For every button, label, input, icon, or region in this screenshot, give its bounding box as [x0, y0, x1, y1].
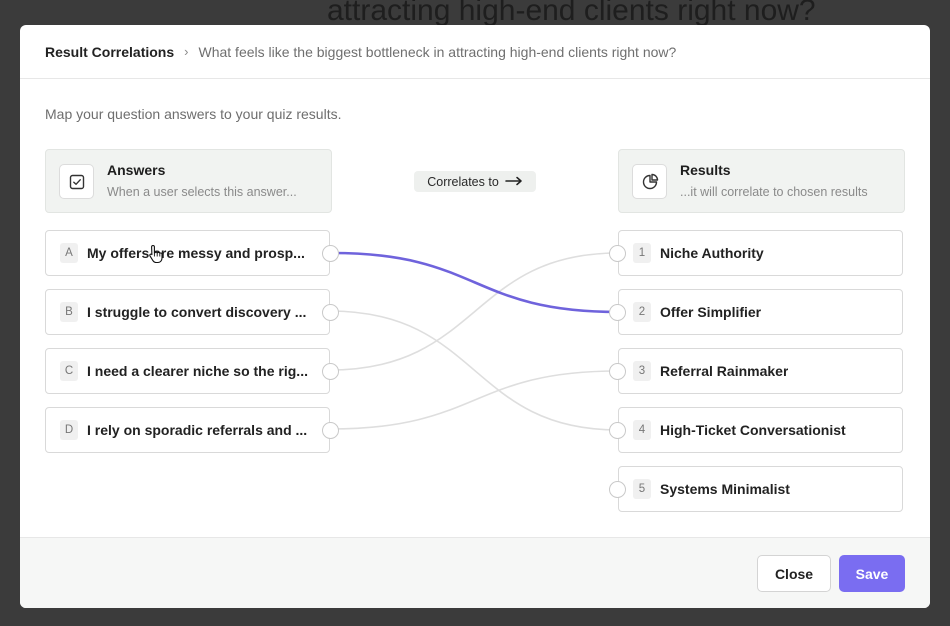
- result-correlations-modal: Result Correlations › What feels like th…: [20, 25, 930, 608]
- answer-connector-handle[interactable]: [322, 304, 339, 321]
- result-text: High-Ticket Conversationist: [660, 422, 846, 438]
- result-row-3[interactable]: 3 Referral Rainmaker: [609, 348, 903, 394]
- answer-connector-handle[interactable]: [322, 363, 339, 380]
- answer-row-a[interactable]: A My offers are messy and prosp...: [45, 230, 339, 276]
- close-button[interactable]: Close: [757, 555, 831, 592]
- result-text: Referral Rainmaker: [660, 363, 789, 379]
- background-question-heading: attracting high-end clients right now?: [327, 0, 816, 27]
- correlates-to-text: Correlates to: [427, 174, 499, 189]
- breadcrumb-current: What feels like the biggest bottleneck i…: [198, 43, 677, 60]
- answer-badge: C: [60, 361, 78, 381]
- arrow-right-icon: [505, 175, 523, 189]
- breadcrumb: Result Correlations › What feels like th…: [20, 25, 930, 79]
- result-row-5[interactable]: 5 Systems Minimalist: [609, 466, 903, 512]
- answer-badge: A: [60, 243, 78, 263]
- answer-row-d[interactable]: D I rely on sporadic referrals and ...: [45, 407, 339, 453]
- answer-text: I need a clearer niche so the rig...: [87, 363, 308, 379]
- chevron-right-icon: ›: [184, 44, 189, 59]
- result-text: Systems Minimalist: [660, 481, 790, 497]
- hand-pointer-cursor-icon: [148, 244, 164, 269]
- link-d-to-3[interactable]: [329, 370, 619, 430]
- result-row-1[interactable]: 1 Niche Authority: [609, 230, 903, 276]
- answer-connector-handle[interactable]: [322, 422, 339, 439]
- result-connector-handle[interactable]: [609, 304, 626, 321]
- result-row-4[interactable]: 4 High-Ticket Conversationist: [609, 407, 903, 453]
- answers-column-header: Answers When a user selects this answer.…: [45, 149, 332, 213]
- result-badge: 5: [633, 479, 651, 499]
- answer-text: I struggle to convert discovery ...: [87, 304, 307, 320]
- answers-header-description: When a user selects this answer...: [107, 185, 297, 199]
- breadcrumb-root[interactable]: Result Correlations: [45, 44, 174, 60]
- answer-badge: D: [60, 420, 78, 440]
- results-column-header: Results ...it will correlate to chosen r…: [618, 149, 905, 213]
- result-badge: 2: [633, 302, 651, 322]
- correlation-links: [329, 251, 619, 431]
- link-c-to-1[interactable]: [329, 252, 619, 371]
- checkbox-icon: [59, 164, 94, 199]
- link-b-to-4[interactable]: [329, 310, 619, 431]
- result-badge: 3: [633, 361, 651, 381]
- result-connector-handle[interactable]: [609, 363, 626, 380]
- result-connector-handle[interactable]: [609, 422, 626, 439]
- modal-subtitle: Map your question answers to your quiz r…: [45, 106, 342, 122]
- result-connector-handle[interactable]: [609, 481, 626, 498]
- result-badge: 4: [633, 420, 651, 440]
- answer-connector-handle[interactable]: [322, 245, 339, 262]
- correlates-to-label: Correlates to: [414, 171, 536, 192]
- answer-row-c[interactable]: C I need a clearer niche so the rig...: [45, 348, 339, 394]
- modal-footer: Close Save: [20, 537, 930, 608]
- save-button[interactable]: Save: [839, 555, 905, 592]
- answer-text: I rely on sporadic referrals and ...: [87, 422, 308, 438]
- result-text: Offer Simplifier: [660, 304, 762, 320]
- link-a-to-2[interactable]: [331, 251, 619, 314]
- result-row-2[interactable]: 2 Offer Simplifier: [609, 289, 903, 335]
- answers-header-title: Answers: [107, 162, 166, 178]
- answer-text: My offers are messy and prosp...: [87, 245, 305, 261]
- results-header-title: Results: [680, 162, 731, 178]
- result-connector-handle[interactable]: [609, 245, 626, 262]
- result-text: Niche Authority: [660, 245, 764, 261]
- result-badge: 1: [633, 243, 651, 263]
- answer-badge: B: [60, 302, 78, 322]
- results-header-description: ...it will correlate to chosen results: [680, 185, 868, 199]
- answer-row-b[interactable]: B I struggle to convert discovery ...: [45, 289, 339, 335]
- chart-pie-icon: [632, 164, 667, 199]
